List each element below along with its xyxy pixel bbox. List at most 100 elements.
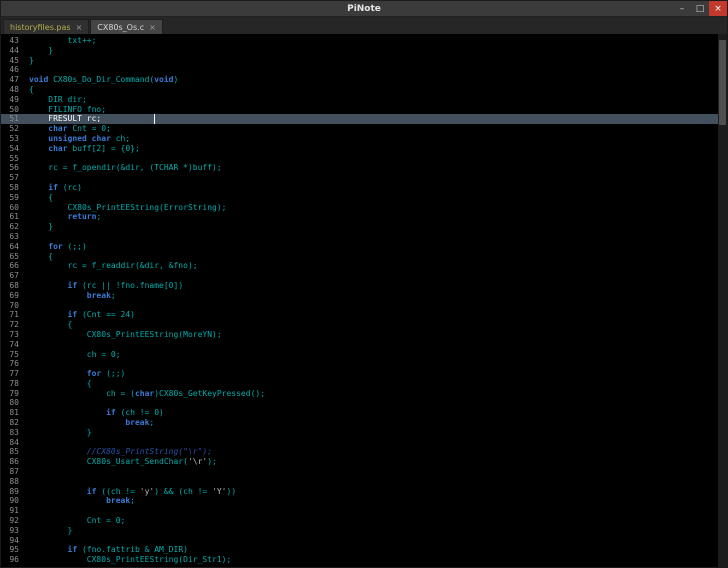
window-title: PiNote bbox=[1, 4, 727, 14]
app-window: PiNote – □ × historyfiles.pas×CX80s_Os.c… bbox=[0, 0, 728, 568]
code-line-64[interactable]: 64 for (;;) bbox=[1, 242, 727, 252]
code-text: return; bbox=[29, 212, 101, 222]
tab-historyfiles-pas[interactable]: historyfiles.pas× bbox=[3, 19, 89, 34]
code-text: break; bbox=[29, 496, 135, 506]
line-number: 74 bbox=[1, 340, 19, 350]
code-line-61[interactable]: 61 return; bbox=[1, 212, 727, 222]
code-area: 43 txt++;44 }45}4647void CX80s_Do_Dir_Co… bbox=[1, 36, 727, 565]
titlebar[interactable]: PiNote – □ × bbox=[1, 1, 727, 17]
code-line-87[interactable]: 87 bbox=[1, 467, 727, 477]
code-line-86[interactable]: 86 CX80s_Usart_SendChar('\r'); bbox=[1, 457, 727, 467]
code-text: if ((ch != 'y') && (ch != 'Y')) bbox=[29, 487, 236, 497]
code-line-84[interactable]: 84 bbox=[1, 438, 727, 448]
code-line-62[interactable]: 62 } bbox=[1, 222, 727, 232]
code-line-94[interactable]: 94 bbox=[1, 536, 727, 546]
code-line-85[interactable]: 85 //CX80s_PrintString("\r"); bbox=[1, 447, 727, 457]
code-line-81[interactable]: 81 if (ch != 0) bbox=[1, 408, 727, 418]
code-line-60[interactable]: 60 CX80s_PrintEEString(ErrorString); bbox=[1, 203, 727, 213]
code-line-53[interactable]: 53 unsigned char ch; bbox=[1, 134, 727, 144]
code-line-74[interactable]: 74 bbox=[1, 340, 727, 350]
line-number: 89 bbox=[1, 487, 19, 497]
code-editor[interactable]: 43 txt++;44 }45}4647void CX80s_Do_Dir_Co… bbox=[1, 34, 727, 567]
line-number: 87 bbox=[1, 467, 19, 477]
code-line-52[interactable]: 52 char Cnt = 0; bbox=[1, 124, 727, 134]
code-line-89[interactable]: 89 if ((ch != 'y') && (ch != 'Y')) bbox=[1, 487, 727, 497]
close-button[interactable]: × bbox=[709, 1, 727, 16]
minimize-button[interactable]: – bbox=[673, 1, 691, 16]
line-number: 58 bbox=[1, 183, 19, 193]
code-line-69[interactable]: 69 break; bbox=[1, 291, 727, 301]
line-number: 76 bbox=[1, 359, 19, 369]
line-number: 68 bbox=[1, 281, 19, 291]
code-line-43[interactable]: 43 txt++; bbox=[1, 36, 727, 46]
code-line-50[interactable]: 50 FILINFO fno; bbox=[1, 105, 727, 115]
code-text: FRESULT rc; bbox=[29, 114, 101, 124]
code-line-58[interactable]: 58 if (rc) bbox=[1, 183, 727, 193]
code-line-90[interactable]: 90 break; bbox=[1, 496, 727, 506]
tab-close-icon[interactable]: × bbox=[76, 23, 83, 32]
tab-close-icon[interactable]: × bbox=[149, 23, 156, 32]
code-line-68[interactable]: 68 if (rc || !fno.fname[0]) bbox=[1, 281, 727, 291]
code-line-78[interactable]: 78 { bbox=[1, 379, 727, 389]
line-number: 95 bbox=[1, 545, 19, 555]
code-line-82[interactable]: 82 break; bbox=[1, 418, 727, 428]
code-line-63[interactable]: 63 bbox=[1, 232, 727, 242]
code-line-65[interactable]: 65 { bbox=[1, 252, 727, 262]
code-text: void CX80s_Do_Dir_Command(void) bbox=[29, 75, 178, 85]
code-line-77[interactable]: 77 for (;;) bbox=[1, 369, 727, 379]
maximize-button[interactable]: □ bbox=[691, 1, 709, 16]
code-line-92[interactable]: 92 Cnt = 0; bbox=[1, 516, 727, 526]
code-line-51[interactable]: 51 FRESULT rc; bbox=[1, 114, 727, 124]
code-line-91[interactable]: 91 bbox=[1, 506, 727, 516]
code-line-80[interactable]: 80 bbox=[1, 398, 727, 408]
code-line-72[interactable]: 72 { bbox=[1, 320, 727, 330]
code-text: rc = f_readdir(&dir, &fno); bbox=[29, 261, 198, 271]
code-line-75[interactable]: 75 ch = 0; bbox=[1, 350, 727, 360]
code-line-76[interactable]: 76 bbox=[1, 359, 727, 369]
code-line-47[interactable]: 47void CX80s_Do_Dir_Command(void) bbox=[1, 75, 727, 85]
code-line-57[interactable]: 57 bbox=[1, 173, 727, 183]
code-text: if (ch != 0) bbox=[29, 408, 164, 418]
code-line-48[interactable]: 48{ bbox=[1, 85, 727, 95]
code-line-56[interactable]: 56 rc = f_opendir(&dir, (TCHAR *)buff); bbox=[1, 163, 727, 173]
code-line-93[interactable]: 93 } bbox=[1, 526, 727, 536]
code-line-49[interactable]: 49 DIR dir; bbox=[1, 95, 727, 105]
code-line-70[interactable]: 70 bbox=[1, 301, 727, 311]
code-line-55[interactable]: 55 bbox=[1, 154, 727, 164]
code-text: } bbox=[29, 526, 72, 536]
code-text: } bbox=[29, 56, 34, 66]
code-text: CX80s_PrintEEString(ErrorString); bbox=[29, 203, 226, 213]
line-number: 86 bbox=[1, 457, 19, 467]
line-number: 49 bbox=[1, 95, 19, 105]
code-line-83[interactable]: 83 } bbox=[1, 428, 727, 438]
code-text: for (;;) bbox=[29, 242, 87, 252]
line-number: 57 bbox=[1, 173, 19, 183]
line-number: 48 bbox=[1, 85, 19, 95]
code-line-88[interactable]: 88 bbox=[1, 477, 727, 487]
vertical-scrollbar[interactable] bbox=[718, 34, 727, 567]
code-line-54[interactable]: 54 char buff[2] = {0}; bbox=[1, 144, 727, 154]
code-line-73[interactable]: 73 CX80s_PrintEEString(MoreYN); bbox=[1, 330, 727, 340]
code-line-95[interactable]: 95 if (fno.fattrib & AM_DIR) bbox=[1, 545, 727, 555]
code-line-45[interactable]: 45} bbox=[1, 56, 727, 66]
code-line-59[interactable]: 59 { bbox=[1, 193, 727, 203]
code-line-46[interactable]: 46 bbox=[1, 65, 727, 75]
code-text: rc = f_opendir(&dir, (TCHAR *)buff); bbox=[29, 163, 222, 173]
code-line-66[interactable]: 66 rc = f_readdir(&dir, &fno); bbox=[1, 261, 727, 271]
line-number: 77 bbox=[1, 369, 19, 379]
line-number: 45 bbox=[1, 56, 19, 66]
code-line-71[interactable]: 71 if (Cnt == 24) bbox=[1, 310, 727, 320]
line-number: 51 bbox=[1, 114, 19, 124]
code-text: DIR dir; bbox=[29, 95, 87, 105]
code-text: CX80s_PrintEEString(MoreYN); bbox=[29, 330, 222, 340]
line-number: 50 bbox=[1, 105, 19, 115]
code-text: break; bbox=[29, 418, 154, 428]
code-line-96[interactable]: 96 CX80s_PrintEEString(Dir_Str1); bbox=[1, 555, 727, 565]
code-line-67[interactable]: 67 bbox=[1, 271, 727, 281]
code-line-79[interactable]: 79 ch = (char)CX80s_GetKeyPressed(); bbox=[1, 389, 727, 399]
tab-cx80s-os-c[interactable]: CX80s_Os.c× bbox=[90, 19, 163, 34]
code-line-44[interactable]: 44 } bbox=[1, 46, 727, 56]
code-text: } bbox=[29, 428, 92, 438]
scrollbar-thumb[interactable] bbox=[719, 40, 726, 125]
line-number: 93 bbox=[1, 526, 19, 536]
